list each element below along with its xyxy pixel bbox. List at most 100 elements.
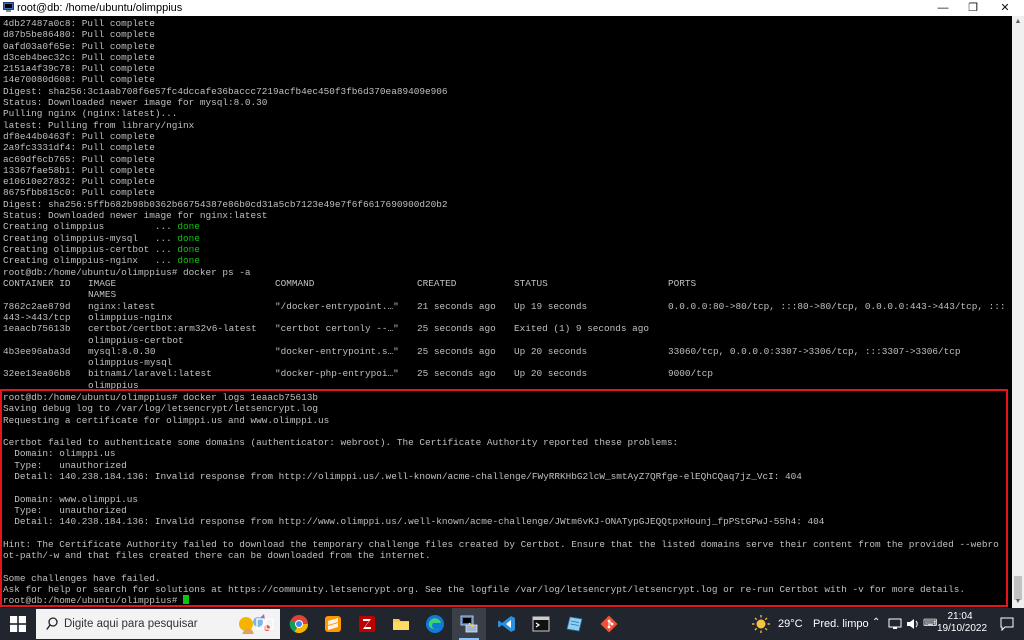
scroll-down-icon[interactable]: ▼ (1012, 596, 1024, 608)
ps-cell-command: "certbot certonly --…" (275, 323, 399, 335)
taskbar-app-sublime[interactable] (316, 608, 350, 640)
terminal-line-text: Creating olimppius-certbot ... (3, 243, 178, 255)
terminal-line: 14e70080d608: Pull complete (3, 74, 447, 85)
minimize-button[interactable]: — (928, 0, 958, 16)
terminal-line: Hint: The Certificate Authority failed t… (3, 539, 999, 550)
taskbar-app-putty[interactable] (452, 608, 486, 640)
task-view-button[interactable] (248, 608, 282, 640)
ps-cell-created: 25 seconds ago (417, 323, 496, 335)
terminal-line-text: Status: Downloaded newer image for nginx… (3, 210, 268, 222)
ps-cell-created: 25 seconds ago (417, 368, 496, 380)
taskbar-search-box[interactable]: Digite aqui para pesquisar (36, 609, 280, 639)
terminal-line: ac69df6cb765: Pull complete (3, 154, 447, 165)
taskbar-clock[interactable]: 21:04 19/10/2022 (937, 611, 987, 635)
terminal-line-text: ac69df6cb765: Pull complete (3, 153, 155, 165)
ps-cell-command: "docker-php-entrypoi…" (275, 368, 399, 380)
language-icon[interactable]: ⌨ (923, 618, 937, 629)
search-icon (46, 617, 58, 630)
terminal-line-text: Type: unauthorized (3, 504, 127, 516)
ps-cell-command: "docker-entrypoint.s…" (275, 345, 399, 357)
terminal-line: Type: unauthorized (3, 505, 999, 516)
maximize-button[interactable]: ❐ (958, 0, 988, 16)
weather-desc[interactable]: Pred. limpo (813, 618, 869, 630)
taskbar-app-notepad[interactable] (558, 608, 592, 640)
terminal-line: root@db:/home/ubuntu/olimppius# docker p… (3, 267, 447, 278)
taskbar-app-edge[interactable] (418, 608, 452, 640)
terminal-log-top: 4db27487a0c8: Pull complete d87b5be86480:… (3, 18, 447, 278)
taskbar-app-chrome[interactable] (282, 608, 316, 640)
terminal-scrollbar[interactable]: ▲ ▼ (1012, 16, 1024, 608)
window-title-bar[interactable]: root@db: /home/ubuntu/olimppius — ❐ ✕ (0, 0, 1024, 17)
ps-cell-image: bitnami/laravel:latest (88, 368, 212, 380)
terminal-line-text: Domain: www.olimppi.us (3, 493, 139, 505)
terminal-line-text: Status: Downloaded newer image for mysql… (3, 97, 268, 109)
terminal-output[interactable]: 4db27487a0c8: Pull complete d87b5be86480:… (0, 16, 1012, 608)
volume-icon[interactable] (906, 618, 920, 630)
windows-logo-icon (10, 616, 26, 632)
terminal-line-text: Creating olimppius ... (3, 221, 178, 233)
taskbar-app-git[interactable] (592, 608, 626, 640)
col-header-container-id: CONTAINER ID (3, 278, 71, 289)
terminal-line: Digest: sha256:5ffb682b98b0362b66754387e… (3, 199, 447, 210)
vscode-icon (498, 616, 515, 632)
weather-temp[interactable]: 29°C (778, 618, 803, 630)
col-header-status: STATUS (514, 278, 548, 289)
terminal-cursor (183, 595, 190, 605)
start-button[interactable] (0, 608, 36, 640)
terminal-line-text: 4db27487a0c8: Pull complete (3, 18, 155, 29)
taskbar-app-explorer[interactable] (384, 608, 418, 640)
ps-cell-status: Up 20 seconds (514, 345, 588, 357)
chevron-up-icon[interactable]: ⌃ (872, 617, 880, 628)
terminal-line-text: Creating olimppius-mysql ... (3, 232, 178, 244)
close-button[interactable]: ✕ (990, 0, 1020, 16)
status-done: done (177, 255, 200, 267)
status-done: done (177, 243, 200, 255)
terminal-line-text: d3ceb4bec32c: Pull complete (3, 51, 155, 63)
terminal-line: root@db:/home/ubuntu/olimppius# docker l… (3, 392, 999, 403)
terminal-line: Domain: olimppi.us (3, 448, 999, 459)
terminal-line: Type: unauthorized (3, 460, 999, 471)
weather-sunny-icon[interactable] (752, 614, 774, 634)
ps-cell-status: Up 20 seconds (514, 368, 588, 380)
notifications-icon[interactable] (999, 616, 1015, 632)
col-header-names: NAMES (88, 289, 117, 301)
ps-cell-ports: 0.0.0.0:80->80/tcp, :::80->80/tcp, 0.0.0… (668, 300, 1006, 312)
ps-cell-container-id: 32ee13ea06b8 (3, 368, 71, 380)
terminal-line: 2a9fc3331df4: Pull complete (3, 142, 447, 153)
terminal-line: latest: Pulling from library/nginx (3, 120, 447, 131)
col-header-command: COMMAND (275, 278, 315, 289)
ps-cell-container-id: 1eaacb75613b (3, 323, 71, 335)
edge-icon (426, 615, 444, 633)
terminal-line-text: 14e70080d608: Pull complete (3, 74, 155, 86)
terminal-prompt-line[interactable]: root@db:/home/ubuntu/olimppius# (3, 595, 999, 606)
ps-cell-names: olimppius-certbot (88, 334, 184, 346)
ps-cell-created: 25 seconds ago (417, 345, 496, 357)
taskbar-app-filezilla[interactable] (350, 608, 384, 640)
terminal-line-text: latest: Pulling from library/nginx (3, 119, 195, 131)
terminal-line-text: Digest: sha256:3c1aab708f6e57fc4dccafe36… (3, 85, 448, 97)
taskbar-app-terminal[interactable] (524, 608, 558, 640)
ps-cell-names: olimppius-mysql (88, 357, 173, 369)
terminal-line: Creating olimppius-nginx ... done (3, 255, 447, 266)
terminal-line: Requesting a certificate for olimppi.us … (3, 415, 999, 426)
terminal-line-text: Hint: The Certificate Authority failed t… (3, 538, 999, 550)
terminal-line: df8e44b0463f: Pull complete (3, 131, 447, 142)
ps-cell-names: olimppius-nginx (88, 311, 173, 323)
terminal-line: Digest: sha256:3c1aab708f6e57fc4dccafe36… (3, 86, 447, 97)
terminal-line-text: e10610e27832: Pull complete (3, 176, 155, 188)
putty-icon (3, 2, 14, 12)
scroll-up-icon[interactable]: ▲ (1012, 16, 1024, 28)
terminal-line-text: Domain: olimppi.us (3, 448, 116, 460)
network-icon[interactable] (888, 618, 902, 630)
ps-cell-image: certbot/certbot:arm32v6-latest (88, 323, 257, 335)
taskbar-app-vscode[interactable] (490, 608, 524, 640)
terminal-line: 0afd03a0f65e: Pull complete (3, 41, 447, 52)
terminal-line: 8675fbb815c0: Pull complete (3, 187, 447, 198)
terminal-line-text: root@db:/home/ubuntu/olimppius# docker p… (3, 266, 251, 278)
terminal-line: Creating olimppius ... done (3, 221, 447, 232)
terminal-line: Certbot failed to authenticate some doma… (3, 437, 999, 448)
terminal-line-text: ot-path/-w and that files created there … (3, 550, 431, 562)
